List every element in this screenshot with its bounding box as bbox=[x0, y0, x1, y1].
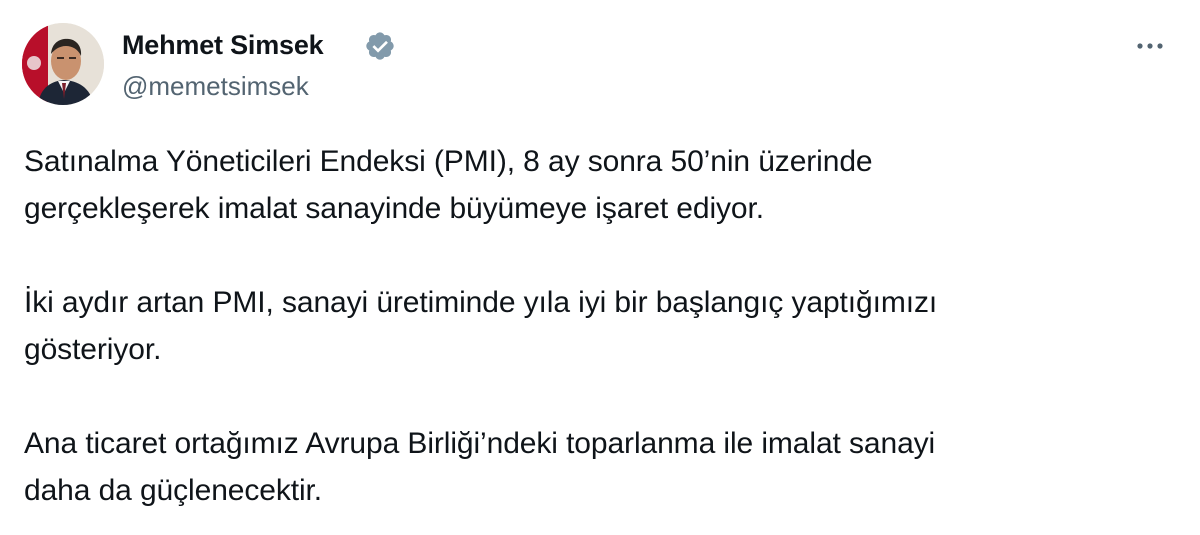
avatar[interactable] bbox=[22, 23, 104, 105]
tweet-paragraph: Ana ticaret ortağımız Avrupa Birliği’nde… bbox=[24, 427, 936, 507]
verified-badge-icon bbox=[366, 32, 394, 60]
tweet: Mehmet Simsek @memetsimsek Satınalma Yön… bbox=[0, 0, 1200, 535]
tweet-text: Satınalma Yöneticileri Endeksi (PMI), 8 … bbox=[24, 138, 1174, 514]
author-display-name[interactable]: Mehmet Simsek bbox=[122, 29, 324, 61]
tweet-paragraph: İki aydır artan PMI, sanayi üretiminde y… bbox=[24, 286, 938, 366]
tweet-paragraph: Satınalma Yöneticileri Endeksi (PMI), 8 … bbox=[24, 145, 873, 225]
avatar-photo bbox=[22, 23, 104, 105]
author-handle[interactable]: @memetsimsek bbox=[122, 70, 309, 102]
more-options-icon[interactable] bbox=[1128, 34, 1172, 58]
